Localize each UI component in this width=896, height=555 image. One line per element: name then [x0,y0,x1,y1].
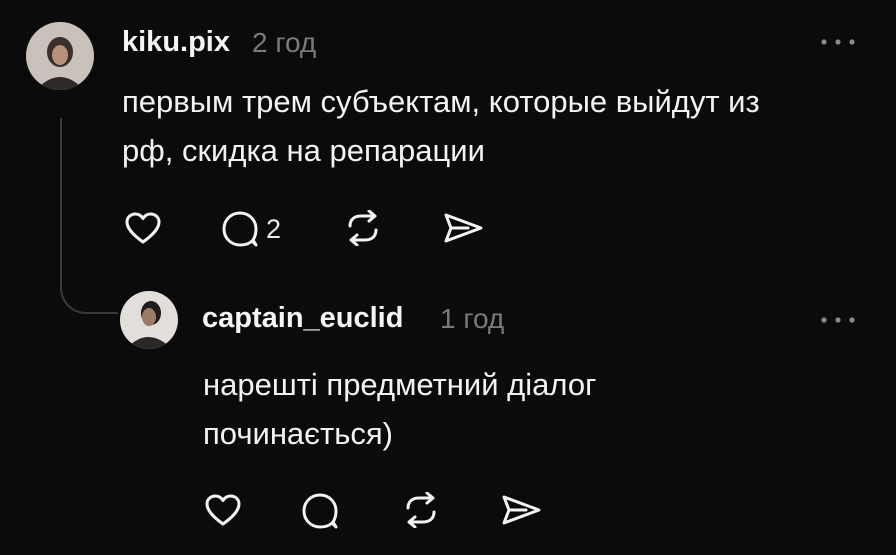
repost-button[interactable] [344,210,382,246]
repost-button[interactable] [402,492,440,528]
comment-icon [222,211,258,247]
avatar[interactable] [120,291,178,349]
reply-count: 2 [266,213,282,244]
share-button[interactable] [442,212,484,244]
share-button[interactable] [500,494,542,526]
like-button[interactable] [204,493,242,527]
comment-text-line: починається) [203,416,393,451]
like-button[interactable] [124,211,162,245]
reply-button[interactable] [300,492,340,530]
repost-icon [406,492,436,528]
heart-icon [125,212,161,244]
timestamp: 2 год [252,27,317,58]
repost-icon [348,210,378,246]
comment-text: первым трем субъектам, которые выйдут из… [122,77,760,175]
share-icon [502,495,541,525]
comment-text: нарешті предметний діалог починається) [203,360,596,458]
heart-icon [205,494,241,526]
thread-connector-line [60,118,118,314]
comment-icon [302,493,338,529]
comment-text-line: первым трем субъектам, которые выйдут из [122,84,760,119]
username[interactable]: captain_euclid [202,302,403,335]
timestamp: 1 год [440,303,505,334]
username[interactable]: kiku.pix [122,26,230,59]
avatar[interactable] [26,22,94,90]
comment-text-line: нарешті предметний діалог [203,367,597,402]
reply-button[interactable]: 2 [220,210,281,248]
share-icon [444,213,483,243]
comment-text-line: рф, скидка на репарации [122,133,485,168]
more-icon[interactable] [820,316,856,324]
more-icon[interactable] [820,38,856,46]
